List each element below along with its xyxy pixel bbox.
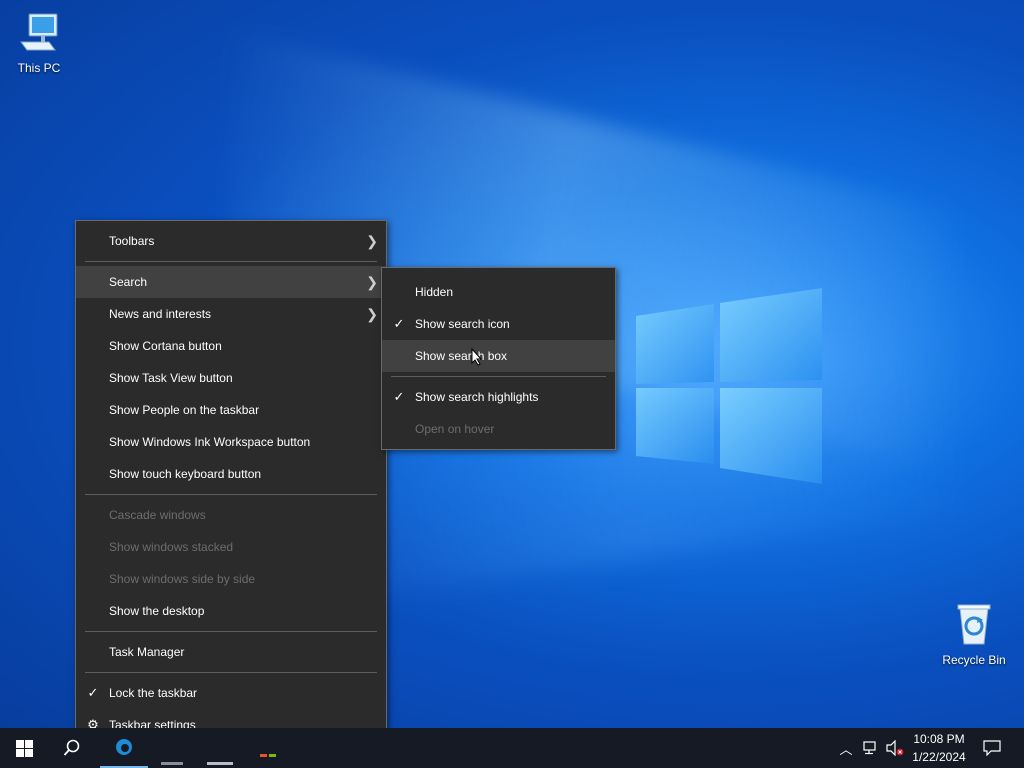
submenu-item-show-search-icon[interactable]: ✓ Show search icon	[382, 308, 615, 340]
menu-item-label: Task Manager	[109, 645, 185, 659]
edge-icon	[116, 739, 132, 755]
search-submenu: Hidden ✓ Show search icon Show search bo…	[381, 267, 616, 450]
menu-item-label: Open on hover	[415, 422, 495, 436]
notification-icon	[983, 740, 1001, 756]
desktop-icon-this-pc[interactable]: This PC	[2, 8, 76, 75]
menu-item-show-windows-side-by-side: Show windows side by side	[76, 563, 386, 595]
menu-item-label: News and interests	[109, 307, 212, 321]
app-icon	[161, 761, 183, 765]
search-icon	[63, 739, 80, 756]
menu-item-news-and-interests[interactable]: News and interests ❯	[76, 298, 386, 330]
volume-muted-icon	[886, 740, 904, 756]
desktop-icon-label: This PC	[17, 61, 61, 75]
menu-item-show-cortana-button[interactable]: Show Cortana button	[76, 330, 386, 362]
menu-item-label: Show Task View button	[109, 371, 233, 385]
menu-item-label: Show touch keyboard button	[109, 467, 262, 481]
taskbar-context-menu: Toolbars ❯ Search ❯ News and interests ❯…	[75, 220, 387, 746]
recycle-bin-icon	[957, 604, 991, 645]
taskbar-app-edge[interactable]	[100, 728, 148, 768]
menu-item-label: Show the desktop	[109, 604, 205, 618]
taskbar-app-3[interactable]	[196, 728, 244, 768]
app-icon	[207, 761, 233, 765]
taskbar-app-2[interactable]	[148, 728, 196, 768]
menu-item-task-manager[interactable]: Task Manager	[76, 636, 386, 668]
submenu-item-show-search-box[interactable]: Show search box	[382, 340, 615, 372]
menu-item-label: Show Cortana button	[109, 339, 222, 353]
menu-item-show-people[interactable]: Show People on the taskbar	[76, 394, 386, 426]
submenu-item-show-search-highlights[interactable]: ✓ Show search highlights	[382, 381, 615, 413]
search-button[interactable]	[48, 728, 96, 768]
menu-separator	[85, 494, 377, 495]
submenu-item-hidden[interactable]: Hidden	[382, 276, 615, 308]
menu-item-label: Show People on the taskbar	[109, 403, 260, 417]
computer-icon	[20, 13, 58, 51]
menu-item-show-windows-stacked: Show windows stacked	[76, 531, 386, 563]
clock-time: 10:08 PM	[913, 732, 965, 746]
menu-item-label: Show search box	[415, 349, 508, 363]
menu-separator	[391, 376, 606, 377]
menu-item-label: Show windows stacked	[109, 540, 234, 554]
clock-date: 1/22/2024	[912, 750, 966, 764]
submenu-item-open-on-hover: Open on hover	[382, 413, 615, 445]
network-icon	[863, 741, 876, 755]
menu-item-label: Show search icon	[415, 317, 510, 331]
menu-item-show-the-desktop[interactable]: Show the desktop	[76, 595, 386, 627]
menu-separator	[85, 672, 377, 673]
windows-logo-icon	[15, 739, 33, 757]
taskbar-app-store[interactable]	[244, 728, 292, 768]
checkmark-icon: ✓	[393, 316, 405, 331]
menu-item-label: Cascade windows	[109, 508, 206, 522]
checkmark-icon: ✓	[87, 685, 99, 700]
checkmark-icon: ✓	[393, 389, 405, 404]
menu-item-label: Show Windows Ink Workspace button	[109, 435, 311, 449]
network-button[interactable]	[860, 728, 882, 768]
menu-item-label: Show search highlights	[415, 390, 539, 404]
chevron-right-icon: ❯	[366, 306, 378, 322]
windows-wallpaper-logo	[636, 288, 822, 484]
taskbar-clock[interactable]: 10:08 PM 1/22/2024	[906, 730, 972, 766]
menu-item-label: Lock the taskbar	[109, 686, 198, 700]
menu-item-label: Show windows side by side	[109, 572, 256, 586]
chevron-up-icon: ︿	[839, 741, 853, 757]
menu-item-show-task-view-button[interactable]: Show Task View button	[76, 362, 386, 394]
mouse-cursor-icon	[471, 348, 483, 366]
menu-item-show-touch-keyboard[interactable]: Show touch keyboard button	[76, 458, 386, 490]
menu-item-label: Search	[109, 275, 148, 289]
tray-overflow-button[interactable]: ︿	[836, 728, 856, 768]
store-icon	[260, 754, 276, 757]
action-center-button[interactable]	[978, 728, 1006, 768]
menu-item-cascade-windows: Cascade windows	[76, 499, 386, 531]
menu-item-toolbars[interactable]: Toolbars ❯	[76, 225, 386, 257]
volume-button[interactable]	[884, 728, 906, 768]
chevron-right-icon: ❯	[366, 233, 378, 249]
chevron-right-icon: ❯	[366, 274, 378, 290]
menu-item-lock-the-taskbar[interactable]: ✓ Lock the taskbar	[76, 677, 386, 709]
menu-item-label: Hidden	[415, 285, 454, 299]
taskbar: ︿ 10:08 PM 1/22/2024	[0, 728, 1024, 768]
menu-item-show-windows-ink[interactable]: Show Windows Ink Workspace button	[76, 426, 386, 458]
menu-separator	[85, 631, 377, 632]
menu-item-search[interactable]: Search ❯	[76, 266, 386, 298]
menu-separator	[85, 261, 377, 262]
menu-item-label: Toolbars	[109, 234, 155, 248]
desktop-icon-recycle-bin[interactable]: Recycle Bin	[937, 600, 1011, 667]
start-button[interactable]	[0, 728, 48, 768]
desktop-icon-label: Recycle Bin	[942, 653, 1006, 667]
